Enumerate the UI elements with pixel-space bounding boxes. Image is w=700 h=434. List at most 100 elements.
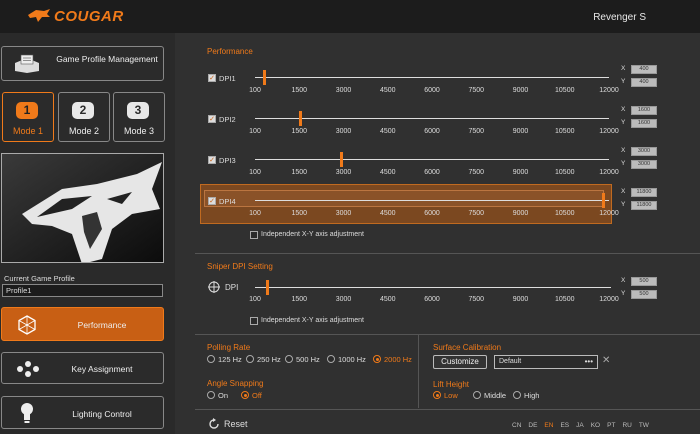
tick-label: 7500	[468, 169, 485, 176]
sniper-track	[255, 287, 611, 288]
close-icon[interactable]: ✕	[602, 355, 610, 366]
sniper-x-value[interactable]: 500	[631, 277, 657, 286]
customize-button[interactable]: Customize	[433, 355, 487, 369]
performance-nav-label: Performance	[77, 320, 127, 330]
tick-label: 1500	[291, 169, 308, 176]
angle_snapping-option-label: Off	[252, 391, 262, 400]
surface-select-value: Default	[499, 358, 522, 365]
tick-label: 3000	[335, 87, 352, 94]
dpi1-checkbox[interactable]: ✓	[208, 74, 216, 82]
dpi1-track	[255, 77, 609, 78]
polling-radio-0[interactable]	[207, 355, 215, 363]
profile-folder-icon	[14, 54, 40, 76]
dpi2-y-value[interactable]: 1600	[631, 119, 657, 128]
dpi1-y-value[interactable]: 400	[631, 78, 657, 87]
tick-label: 12000	[599, 128, 619, 135]
sniper-slider-thumb[interactable]	[265, 280, 269, 295]
dpi3-y-value[interactable]: 3000	[631, 160, 657, 169]
polling-option-label: 125 Hz	[218, 355, 242, 364]
cougar-logo: COUGAR	[28, 6, 124, 26]
sniper-title: Sniper DPI Setting	[207, 262, 273, 271]
lift_height-radio-1[interactable]	[473, 391, 481, 399]
angle_snapping-radio-1[interactable]	[241, 391, 249, 399]
angle-snapping-title: Angle Snapping	[207, 379, 264, 388]
dpi4-x-value[interactable]: 11800	[631, 188, 657, 197]
tick-label: 4500	[379, 87, 396, 94]
tick-label: 100	[249, 128, 261, 135]
dpi1-x-value[interactable]: 400	[631, 65, 657, 74]
dpi4-track	[255, 200, 609, 201]
tick-label: 6000	[424, 128, 440, 135]
tick-label: 100	[249, 87, 261, 94]
title-bar: COUGAR Revenger S	[0, 0, 700, 33]
polling-radio-4[interactable]	[373, 355, 381, 363]
dpi3-x-value[interactable]: 3000	[631, 147, 657, 156]
language-ru[interactable]: RU	[622, 422, 631, 429]
mode-3-label: Mode 3	[123, 126, 155, 136]
language-selector: CN DE EN ES JA KO PT RU TW	[512, 422, 649, 429]
dpi4-slider-thumb[interactable]	[602, 193, 606, 208]
independent-xy-checkbox[interactable]	[250, 231, 258, 239]
mode-2-button[interactable]: 2 Mode 2	[58, 92, 110, 142]
sniper-y-value[interactable]: 500	[631, 290, 657, 299]
refresh-icon	[209, 418, 219, 429]
dpi3-checkbox[interactable]: ✓	[208, 156, 216, 164]
angle_snapping-radio-0[interactable]	[207, 391, 215, 399]
tick-label: 12000	[599, 169, 619, 176]
vertical-divider	[418, 334, 419, 408]
tick-label: 6000	[424, 210, 440, 217]
language-es[interactable]: ES	[560, 422, 569, 429]
tick-label: 3000	[335, 169, 352, 176]
dpi4-y-value[interactable]: 11800	[631, 201, 657, 210]
tick-label: 9000	[512, 296, 529, 303]
sniper-independent-xy-checkbox[interactable]	[250, 317, 258, 325]
section-divider	[195, 253, 700, 254]
language-tw[interactable]: TW	[639, 422, 649, 429]
lift_height-radio-0[interactable]	[433, 391, 441, 399]
dpi3-slider-thumb[interactable]	[340, 152, 344, 167]
polling-radio-1[interactable]	[246, 355, 254, 363]
lift_height-radio-2[interactable]	[513, 391, 521, 399]
mode-1-number: 1	[16, 102, 38, 119]
dpi4-slider-frame	[204, 190, 604, 207]
surface-select[interactable]: Default •••	[494, 355, 598, 369]
tick-label: 7500	[468, 87, 485, 94]
polling-radio-3[interactable]	[327, 355, 335, 363]
tick-label: 3000	[335, 210, 352, 217]
language-ja[interactable]: JA	[576, 422, 584, 429]
polling-radio-2[interactable]	[285, 355, 293, 363]
sniper-y-label: Y	[621, 290, 626, 297]
mode-1-label: Mode 1	[12, 126, 44, 136]
mode-3-button[interactable]: 3 Mode 3	[113, 92, 165, 142]
language-en[interactable]: EN	[544, 422, 553, 429]
tick-label: 1500	[291, 210, 308, 217]
performance-nav-button[interactable]: Performance	[1, 307, 164, 341]
tick-label: 12000	[599, 296, 619, 303]
dpi1-y-label: Y	[621, 78, 626, 85]
language-pt[interactable]: PT	[607, 422, 615, 429]
game-profile-management-button[interactable]: Game Profile Management	[1, 46, 164, 81]
reset-button[interactable]: Reset	[208, 418, 248, 430]
sniper-independent-xy-label: Independent X-Y axis adjustment	[261, 317, 364, 324]
dpi2-x-value[interactable]: 1600	[631, 106, 657, 115]
language-cn[interactable]: CN	[512, 422, 521, 429]
dpi2-slider-thumb[interactable]	[298, 111, 302, 126]
dpi4-checkbox[interactable]: ✓	[208, 197, 216, 205]
dpi1-slider-thumb[interactable]	[262, 70, 266, 85]
language-de[interactable]: DE	[528, 422, 537, 429]
lighting-control-nav-button[interactable]: Lighting Control	[1, 396, 164, 429]
tick-label: 7500	[468, 296, 485, 303]
mode-1-button[interactable]: 1 Mode 1	[2, 92, 54, 142]
current-profile-field[interactable]: Profile1	[2, 284, 163, 297]
dpi1-x-label: X	[621, 65, 626, 72]
tick-label: 12000	[599, 87, 619, 94]
language-ko[interactable]: KO	[591, 422, 600, 429]
surface-calibration-title: Surface Calibration	[433, 343, 502, 352]
dpi2-y-label: Y	[621, 119, 626, 126]
dpi2-checkbox[interactable]: ✓	[208, 115, 216, 123]
tick-label: 4500	[379, 169, 396, 176]
current-profile-label: Current Game Profile	[4, 274, 75, 283]
mode-2-label: Mode 2	[68, 126, 100, 136]
key-assignment-nav-button[interactable]: Key Assignment	[1, 352, 164, 384]
cougar-mascot-image	[2, 154, 163, 262]
